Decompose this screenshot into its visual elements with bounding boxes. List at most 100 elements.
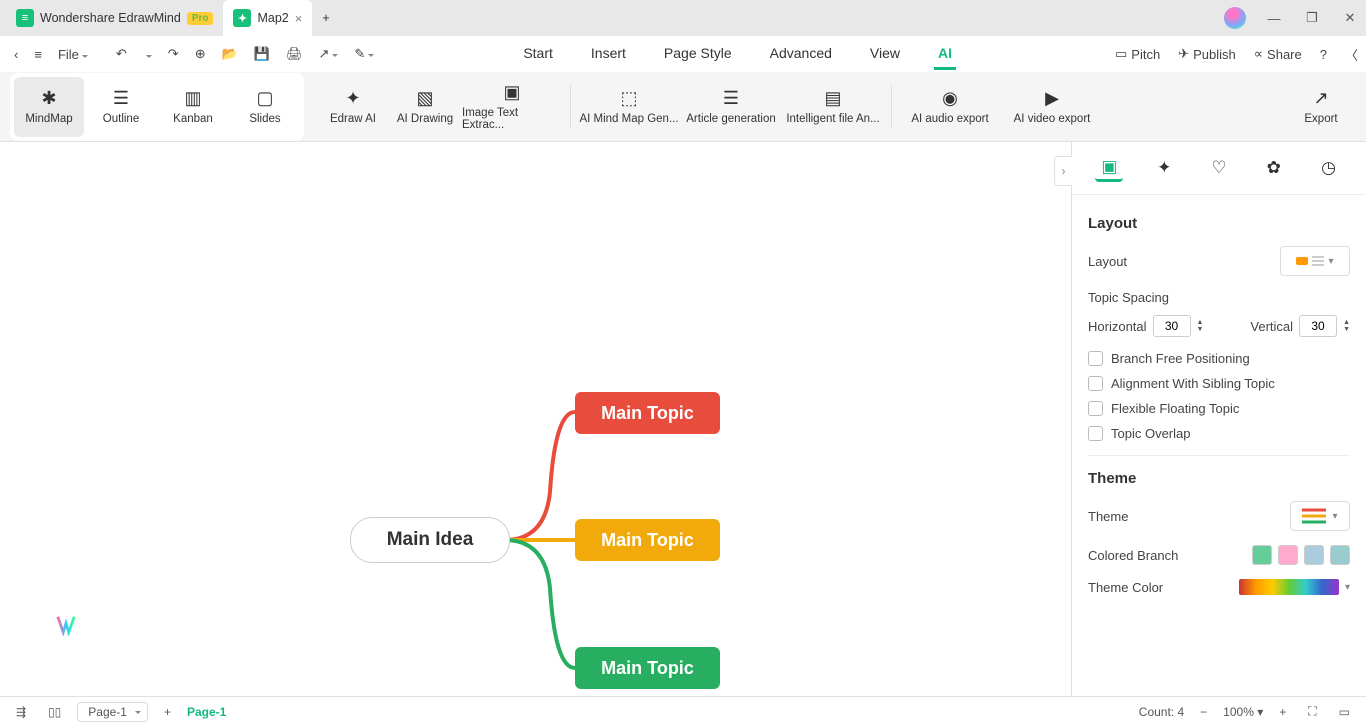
- mindmap-icon: ✱: [41, 88, 56, 109]
- tab-insert[interactable]: Insert: [587, 39, 630, 70]
- branch-swatch-2[interactable]: [1278, 545, 1298, 565]
- print-button[interactable]: 🖨: [280, 42, 309, 66]
- edraw-ai-button[interactable]: ✦Edraw AI: [318, 77, 388, 137]
- pitch-button[interactable]: ▭Pitch: [1115, 46, 1160, 62]
- share-button[interactable]: ∝Share: [1254, 46, 1302, 62]
- help-button[interactable]: ?: [1320, 47, 1327, 62]
- main-tabs: Start Insert Page Style Advanced View AI: [519, 39, 956, 70]
- add-page-button[interactable]: +: [158, 703, 177, 721]
- file-menu[interactable]: File: [52, 43, 94, 66]
- undo-button[interactable]: ↶: [110, 42, 133, 66]
- vertical-input[interactable]: [1299, 315, 1337, 337]
- app-title: Wondershare EdrawMind: [40, 11, 181, 25]
- app-tab: ≡ Wondershare EdrawMind Pro: [6, 0, 223, 36]
- tab-start[interactable]: Start: [519, 39, 557, 70]
- theme-color-picker[interactable]: [1239, 579, 1339, 595]
- panel-tab-layout[interactable]: ▣: [1095, 154, 1123, 182]
- ai-mindmap-gen-button[interactable]: ⬚AI Mind Map Gen...: [579, 77, 679, 137]
- intelligent-file-button[interactable]: ▤Intelligent file An...: [783, 77, 883, 137]
- save-button[interactable]: 💾: [248, 42, 276, 66]
- panel-tab-history[interactable]: ◷: [1315, 154, 1343, 182]
- outline-view-button[interactable]: ⇶: [10, 703, 32, 721]
- outline-icon: ☰: [113, 88, 129, 109]
- open-button[interactable]: 📂: [216, 42, 244, 66]
- divider: [570, 85, 571, 129]
- export-dropdown[interactable]: ↗: [313, 42, 345, 66]
- colored-branch-label: Colored Branch: [1088, 548, 1178, 563]
- main-idea-node[interactable]: Main Idea: [350, 517, 510, 563]
- theme-label: Theme: [1088, 509, 1128, 524]
- view-outline-button[interactable]: ☰Outline: [86, 77, 156, 137]
- canvas[interactable]: 1 2 Main Idea Main Topic Main Topic Main…: [0, 142, 1366, 696]
- user-avatar[interactable]: [1224, 7, 1246, 29]
- menu-bar: ‹ ≡ File ↶ ↷ ⊕ 📂 💾 🖨 ↗ ✎ Start Insert Pa…: [0, 36, 1366, 72]
- redo-button[interactable]: ↷: [162, 42, 185, 66]
- tab-close-icon[interactable]: ×: [295, 11, 303, 26]
- tab-ai[interactable]: AI: [934, 39, 956, 70]
- horizontal-stepper[interactable]: ▲▼: [1197, 319, 1204, 333]
- window-close[interactable]: ✕: [1340, 10, 1360, 26]
- panel-tab-marker[interactable]: ♡: [1205, 154, 1233, 182]
- theme-section-title: Theme: [1088, 470, 1350, 487]
- window-maximize[interactable]: ❐: [1302, 10, 1322, 26]
- tab-page-style[interactable]: Page Style: [660, 39, 736, 70]
- overlap-checkbox[interactable]: Topic Overlap: [1088, 426, 1350, 441]
- article-gen-button[interactable]: ☰Article generation: [681, 77, 781, 137]
- branch-free-checkbox[interactable]: Branch Free Positioning: [1088, 351, 1350, 366]
- back-button[interactable]: ‹: [8, 43, 24, 66]
- image-text-icon: ▣: [503, 82, 520, 103]
- ai-mindmap-icon: ⬚: [620, 88, 637, 109]
- horizontal-input[interactable]: [1153, 315, 1191, 337]
- file-analyze-icon: ▤: [824, 88, 841, 109]
- branch-swatch-1[interactable]: [1252, 545, 1272, 565]
- publish-button[interactable]: ✈Publish: [1178, 46, 1236, 62]
- zoom-in-button[interactable]: +: [1273, 703, 1292, 721]
- collapse-ribbon-button[interactable]: 〈: [1345, 45, 1358, 64]
- topic-node-1[interactable]: Main Topic: [575, 392, 720, 434]
- slides-icon: ▢: [256, 88, 273, 109]
- watermark-icon: [55, 614, 77, 636]
- topic-node-2[interactable]: Main Topic: [575, 519, 720, 561]
- undo-dropdown[interactable]: [137, 43, 158, 66]
- split-view-button[interactable]: ▯▯: [42, 703, 67, 721]
- image-text-extract-button[interactable]: ▣Image Text Extrac...: [462, 77, 562, 137]
- alignment-checkbox[interactable]: Alignment With Sibling Topic: [1088, 376, 1350, 391]
- panel-collapse-button[interactable]: ›: [1054, 156, 1072, 186]
- branch-swatch-3[interactable]: [1304, 545, 1324, 565]
- page-selector[interactable]: Page-1: [77, 702, 148, 722]
- ai-video-export-button[interactable]: ▶AI video export: [1002, 77, 1102, 137]
- spacing-label: Topic Spacing: [1088, 290, 1350, 305]
- ai-drawing-button[interactable]: ▧AI Drawing: [390, 77, 460, 137]
- menu-button[interactable]: ≡: [28, 43, 48, 66]
- panel-tab-style[interactable]: ✦: [1150, 154, 1178, 182]
- count-label: Count: 4: [1139, 705, 1184, 719]
- audio-export-icon: ◉: [942, 88, 958, 109]
- ai-audio-export-button[interactable]: ◉AI audio export: [900, 77, 1000, 137]
- tab-label: Map2: [257, 11, 288, 25]
- export-icon: ↗: [1313, 88, 1328, 109]
- tab-view[interactable]: View: [866, 39, 904, 70]
- view-slides-button[interactable]: ▢Slides: [230, 77, 300, 137]
- topic-node-3[interactable]: Main Topic: [575, 647, 720, 689]
- fit-button[interactable]: ⛶: [1302, 702, 1322, 721]
- edit-dropdown[interactable]: ✎: [348, 42, 380, 66]
- document-tab[interactable]: ✦ Map2 ×: [223, 0, 312, 36]
- flexible-checkbox[interactable]: Flexible Floating Topic: [1088, 401, 1350, 416]
- theme-picker[interactable]: ▾: [1290, 501, 1350, 531]
- vertical-stepper[interactable]: ▲▼: [1343, 319, 1350, 333]
- article-icon: ☰: [723, 88, 739, 109]
- tab-advanced[interactable]: Advanced: [766, 39, 836, 70]
- zoom-out-button[interactable]: −: [1194, 703, 1213, 721]
- layout-section-title: Layout: [1088, 215, 1350, 232]
- branch-swatch-4[interactable]: [1330, 545, 1350, 565]
- view-mindmap-button[interactable]: ✱MindMap: [14, 77, 84, 137]
- window-minimize[interactable]: —: [1264, 11, 1284, 26]
- new-button[interactable]: ⊕: [189, 42, 212, 66]
- view-kanban-button[interactable]: ▥Kanban: [158, 77, 228, 137]
- active-page-tab[interactable]: Page-1: [187, 705, 226, 719]
- panel-tab-settings[interactable]: ✿: [1260, 154, 1288, 182]
- export-button[interactable]: ↗Export: [1286, 77, 1356, 137]
- layout-picker[interactable]: ▾: [1280, 246, 1350, 276]
- add-tab-button[interactable]: +: [312, 0, 339, 36]
- fullscreen-button[interactable]: ▭: [1333, 703, 1356, 721]
